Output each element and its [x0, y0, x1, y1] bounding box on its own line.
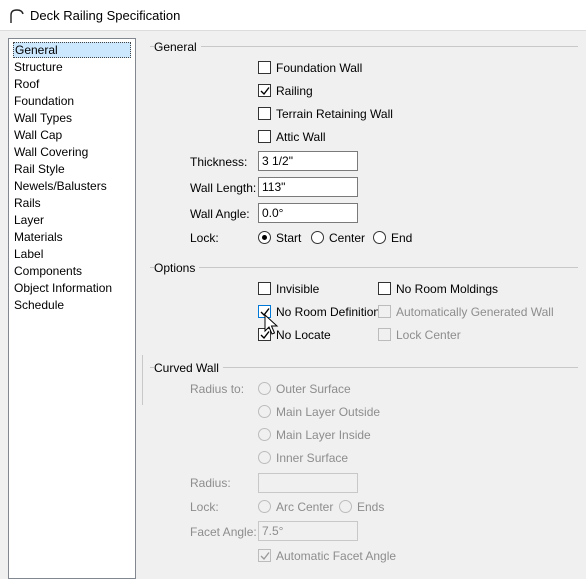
foundation-wall-label: Foundation Wall	[276, 61, 363, 75]
sidebar-item-foundation[interactable]: Foundation	[13, 93, 75, 109]
wall-length-input[interactable]: 113"	[258, 177, 358, 197]
radio-circle	[258, 500, 271, 513]
radio-circle[interactable]	[311, 231, 324, 244]
lock-center-label: Center	[329, 231, 366, 245]
sidebar-item-newels-balusters[interactable]: Newels/Balusters	[13, 178, 108, 194]
main-layer-inside-label: Main Layer Inside	[276, 428, 371, 442]
checkbox-box[interactable]	[258, 107, 271, 120]
checkbox-box	[378, 328, 391, 341]
radius-to-label: Radius to:	[190, 382, 245, 396]
facet-angle-label: Facet Angle:	[190, 525, 257, 539]
auto-facet-angle-label: Automatic Facet Angle	[276, 549, 397, 563]
general-divider	[150, 46, 578, 47]
radius-input	[258, 473, 358, 493]
wall-angle-input[interactable]: 0.0°	[258, 203, 358, 223]
radius-label: Radius:	[190, 476, 231, 490]
sidebar-item-schedule[interactable]: Schedule	[13, 297, 65, 313]
checkbox-box	[378, 305, 391, 318]
arc-center-label: Arc Center	[276, 500, 334, 514]
railing-icon	[10, 9, 24, 23]
radio-circle	[258, 405, 271, 418]
inner-surface-label: Inner Surface	[276, 451, 349, 465]
sidebar-item-object-information[interactable]: Object Information	[13, 280, 113, 296]
radio-circle	[258, 451, 271, 464]
checkbox-box[interactable]	[258, 282, 271, 295]
no-locate-label: No Locate	[276, 328, 331, 342]
sidebar-item-wall-types[interactable]: Wall Types	[13, 110, 73, 126]
sidebar-item-rails[interactable]: Rails	[13, 195, 42, 211]
checkbox-box[interactable]	[258, 61, 271, 74]
check-icon	[260, 552, 270, 561]
lock-center-checkbox-label: Lock Center	[396, 328, 461, 342]
wall-length-label: Wall Length:	[190, 181, 257, 195]
sidebar-item-components[interactable]: Components	[13, 263, 83, 279]
radio-circle	[258, 382, 271, 395]
category-list[interactable]: General Structure Roof Foundation Wall T…	[8, 38, 136, 579]
radio-circle	[339, 500, 352, 513]
lock-label: Lock:	[190, 231, 219, 245]
no-room-definition-label: No Room Definition	[276, 305, 381, 319]
checkbox-box	[258, 549, 271, 562]
invisible-label: Invisible	[276, 282, 320, 296]
sidebar-item-wall-cap[interactable]: Wall Cap	[13, 127, 63, 143]
radio-dot	[262, 235, 267, 240]
options-divider	[150, 267, 578, 268]
outer-surface-label: Outer Surface	[276, 382, 351, 396]
sidebar-item-wall-covering[interactable]: Wall Covering	[13, 144, 89, 160]
terrain-retaining-wall-label: Terrain Retaining Wall	[276, 107, 393, 121]
check-icon	[260, 87, 270, 96]
radio-circle	[258, 428, 271, 441]
wall-angle-label: Wall Angle:	[190, 207, 250, 221]
curved-lock-label: Lock:	[190, 500, 219, 514]
curved-wall-group-title: Curved Wall	[154, 361, 223, 375]
main-layer-outside-label: Main Layer Outside	[276, 405, 381, 419]
facet-angle-input: 7.5°	[258, 521, 358, 541]
mouse-pointer-icon	[264, 314, 279, 335]
sidebar-item-materials[interactable]: Materials	[13, 229, 64, 245]
sidebar-item-general[interactable]: General	[13, 42, 131, 58]
radio-circle[interactable]	[258, 231, 271, 244]
window-title: Deck Railing Specification	[30, 8, 181, 23]
lock-end-label: End	[391, 231, 413, 245]
sidebar-item-label[interactable]: Label	[13, 246, 44, 262]
thickness-label: Thickness:	[190, 155, 248, 169]
sidebar-item-structure[interactable]: Structure	[13, 59, 64, 75]
railing-label: Railing	[276, 84, 313, 98]
checkbox-box[interactable]	[258, 130, 271, 143]
options-group-title: Options	[154, 261, 200, 275]
thickness-input[interactable]: 3 1/2"	[258, 151, 358, 171]
attic-wall-label: Attic Wall	[276, 130, 326, 144]
radio-circle[interactable]	[373, 231, 386, 244]
general-group-title: General	[154, 40, 201, 54]
title-bar: Deck Railing Specification	[0, 0, 586, 31]
sidebar-item-layer[interactable]: Layer	[13, 212, 45, 228]
ends-label: Ends	[357, 500, 385, 514]
checkbox-box[interactable]	[378, 282, 391, 295]
checkbox-box[interactable]	[258, 84, 271, 97]
auto-generated-wall-label: Automatically Generated Wall	[396, 305, 554, 319]
sidebar-item-rail-style[interactable]: Rail Style	[13, 161, 66, 177]
splitter-handle[interactable]	[141, 355, 144, 405]
no-room-moldings-label: No Room Moldings	[396, 282, 499, 296]
sidebar-item-roof[interactable]: Roof	[13, 76, 40, 92]
lock-start-label: Start	[276, 231, 302, 245]
